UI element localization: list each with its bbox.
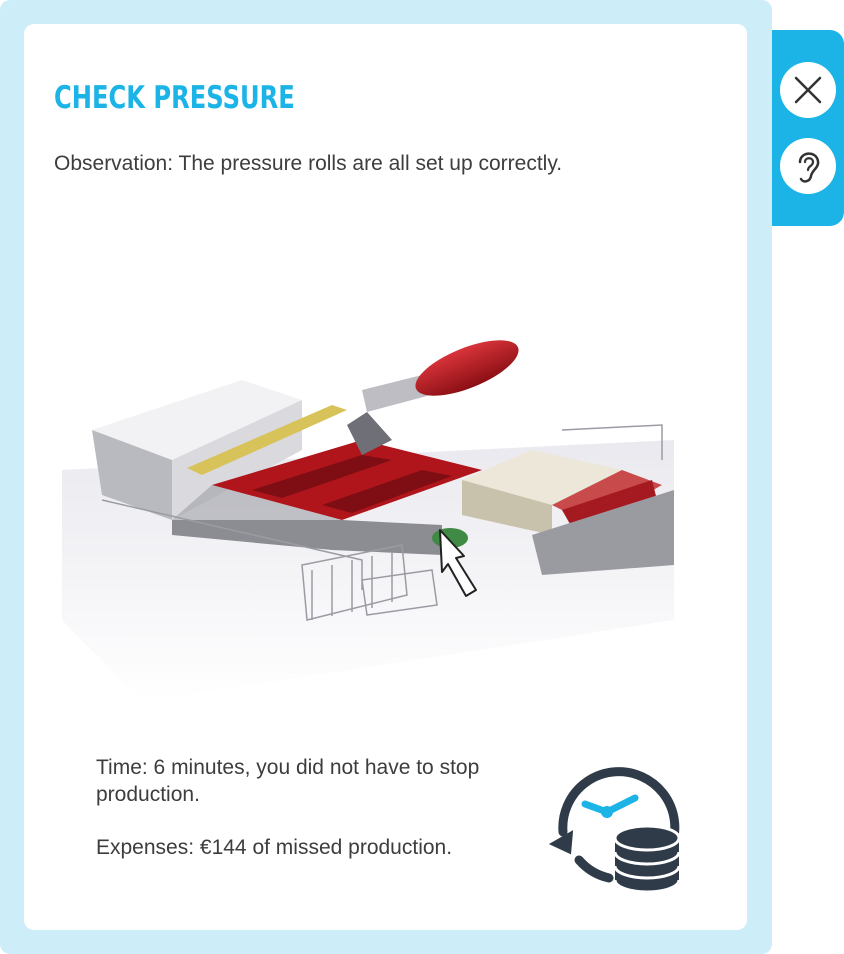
- production-line-illustration: [62, 340, 674, 702]
- expenses-summary: Expenses: €144 of missed production.: [96, 836, 453, 859]
- side-tab: [772, 30, 844, 226]
- close-button[interactable]: [780, 62, 836, 118]
- observation-text: Observation: The pressure rolls are all …: [54, 152, 563, 175]
- close-icon: [794, 76, 822, 104]
- listen-button[interactable]: [780, 138, 836, 194]
- clock-coins-icon: [549, 767, 681, 892]
- check-pressure-dialog: CHECK PRESSURE Observation: The pressure…: [24, 24, 747, 930]
- dialog-title: CHECK PRESSURE: [54, 80, 295, 116]
- ear-icon: [798, 152, 820, 183]
- time-summary: Time: 6 minutes, you did not have to sto…: [96, 756, 480, 806]
